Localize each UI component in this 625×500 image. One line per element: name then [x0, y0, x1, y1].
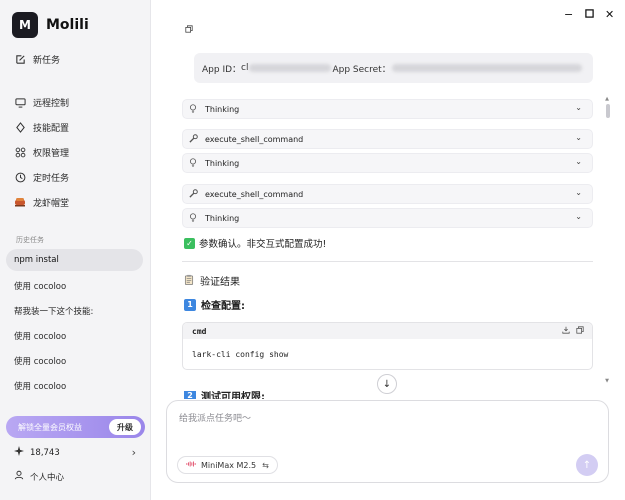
history-item[interactable]: 使用 cocoloo: [14, 355, 66, 367]
sidebar-item-lobster[interactable]: 龙虾帽堂: [14, 193, 69, 211]
step-label: Thinking: [205, 104, 240, 114]
chevron-down-icon[interactable]: ⌄: [575, 157, 582, 166]
new-task-button[interactable]: 新任务: [14, 50, 60, 68]
sidebar-item-remote[interactable]: 远程控制: [14, 93, 69, 111]
divider: [182, 261, 593, 262]
app-id-label: App ID：: [202, 64, 242, 75]
sidebar-item-label: 远程控制: [33, 98, 70, 109]
sidebar: M Molili 新任务 远程控制 技能配置 权限管理 定时任务 龙虾帽堂 历史…: [0, 0, 151, 500]
step-label: Thinking: [205, 213, 240, 223]
number-badge: 1: [184, 298, 196, 311]
send-button[interactable]: ↑: [576, 454, 598, 476]
clipboard-icon: [184, 274, 194, 288]
redacted-app-id: [249, 64, 332, 72]
app-logo: M: [12, 12, 38, 38]
check-config-heading: 1 检查配置:: [184, 297, 245, 312]
lobster-icon: [14, 196, 26, 208]
task-input[interactable]: 给我派点任务吧～: [179, 411, 251, 424]
verify-heading: 验证结果: [184, 273, 240, 288]
sparkle-icon: [14, 446, 24, 459]
grid-icon: [14, 146, 26, 158]
model-selector[interactable]: MiniMax M2.5 ⇆: [177, 456, 278, 474]
step-label: Thinking: [205, 158, 240, 168]
history-item-active[interactable]: npm instal: [6, 249, 143, 271]
composer[interactable]: 给我派点任务吧～ MiniMax M2.5 ⇆ ↑: [166, 400, 609, 483]
check-icon: ✓: [184, 237, 195, 249]
edit-icon: [14, 53, 26, 65]
sidebar-item-label: 技能配置: [33, 123, 70, 134]
tool-icon: [189, 133, 201, 145]
partial-title: 测试可用权限:: [201, 391, 265, 400]
code-language: cmd: [192, 326, 207, 336]
chevron-down-icon[interactable]: ⌄: [575, 103, 582, 112]
step-label: execute_shell_command: [205, 189, 304, 199]
points-row[interactable]: 18,743 ›: [14, 446, 136, 459]
history-item[interactable]: 使用 cocoloo: [14, 330, 66, 342]
verify-title: 验证结果: [200, 277, 240, 288]
step-label: execute_shell_command: [205, 134, 304, 144]
vip-label: 解锁全量会员权益: [18, 422, 82, 432]
arrow-down-icon: ↓: [382, 378, 392, 390]
scroll-to-bottom-button[interactable]: ↓: [377, 374, 397, 394]
new-task-label: 新任务: [33, 55, 61, 66]
brand: M Molili: [12, 12, 89, 38]
code-header: cmd: [183, 323, 592, 339]
step-thinking[interactable]: Thinking ⌄: [182, 153, 593, 173]
user-center-label: 个人中心: [30, 472, 65, 483]
lightbulb-icon: [189, 157, 201, 169]
soundwave-icon: [186, 460, 196, 470]
app-credentials-box: App ID： cl App Secret：: [194, 53, 593, 83]
sidebar-item-scheduled[interactable]: 定时任务: [14, 168, 69, 186]
chevron-down-icon[interactable]: ⌄: [575, 188, 582, 197]
user-icon: [14, 470, 24, 483]
app-id-value: cl: [241, 63, 249, 73]
history-item[interactable]: 使用 cocoloo: [14, 280, 66, 292]
sidebar-item-label: 龙虾帽堂: [33, 198, 70, 209]
partial-heading: 2 测试可用权限:: [184, 391, 265, 399]
step-shell-command[interactable]: execute_shell_command ⌄: [182, 184, 593, 204]
points-value: 18,743: [30, 447, 60, 458]
vip-banner[interactable]: 解锁全量会员权益 升级: [6, 416, 145, 438]
lightbulb-icon: [189, 212, 201, 224]
app-name: Molili: [46, 17, 89, 33]
diamond-icon: [14, 121, 26, 133]
sidebar-item-skills[interactable]: 技能配置: [14, 118, 69, 136]
chevron-right-icon: ›: [131, 446, 136, 459]
history-item[interactable]: 使用 cocoloo: [14, 380, 66, 392]
download-icon[interactable]: [562, 326, 570, 336]
confirm-message: ✓ 参数确认。非交互式配置成功!: [184, 236, 326, 250]
step-shell-command[interactable]: execute_shell_command ⌄: [182, 129, 593, 149]
scroll-up-arrow[interactable]: ▲: [605, 96, 609, 102]
step-thinking[interactable]: Thinking ⌄: [182, 208, 593, 228]
arrow-up-icon: ↑: [582, 459, 592, 471]
code-content: lark-cli config show: [192, 350, 289, 359]
app-secret-label: App Secret：: [332, 64, 391, 75]
model-name: MiniMax M2.5: [201, 460, 257, 470]
confirm-text: 参数确认。非交互式配置成功!: [199, 239, 327, 250]
monitor-icon: [14, 96, 26, 108]
lightbulb-icon: [189, 103, 201, 115]
scroll-down-arrow[interactable]: ▼: [605, 378, 609, 384]
sidebar-item-label: 权限管理: [33, 148, 70, 159]
clock-icon: [14, 171, 26, 183]
number-badge: 2: [184, 391, 196, 399]
code-block: cmd lark-cli config show: [182, 322, 593, 370]
chevron-down-icon[interactable]: ⌄: [575, 212, 582, 221]
history-section-label: 历史任务: [16, 236, 44, 244]
sidebar-item-label: 定时任务: [33, 173, 70, 184]
user-center-button[interactable]: 个人中心: [14, 470, 64, 483]
check-config-title: 检查配置:: [201, 301, 245, 312]
redacted-app-secret: [391, 64, 582, 72]
tool-icon: [189, 188, 201, 200]
sidebar-item-permissions[interactable]: 权限管理: [14, 143, 69, 161]
copy-icon[interactable]: [576, 326, 584, 336]
copy-icon[interactable]: [185, 25, 193, 36]
scrollbar-thumb[interactable]: [606, 104, 610, 118]
main-panel: App ID： cl App Secret： ▲ ▼ Thinking ⌄ ex…: [151, 0, 625, 500]
history-item[interactable]: 帮我装一下这个技能:: [14, 305, 93, 317]
chevron-down-icon[interactable]: ⌄: [575, 133, 582, 142]
upgrade-button[interactable]: 升级: [109, 419, 141, 435]
step-thinking[interactable]: Thinking ⌄: [182, 99, 593, 119]
swap-icon: ⇆: [262, 460, 269, 470]
